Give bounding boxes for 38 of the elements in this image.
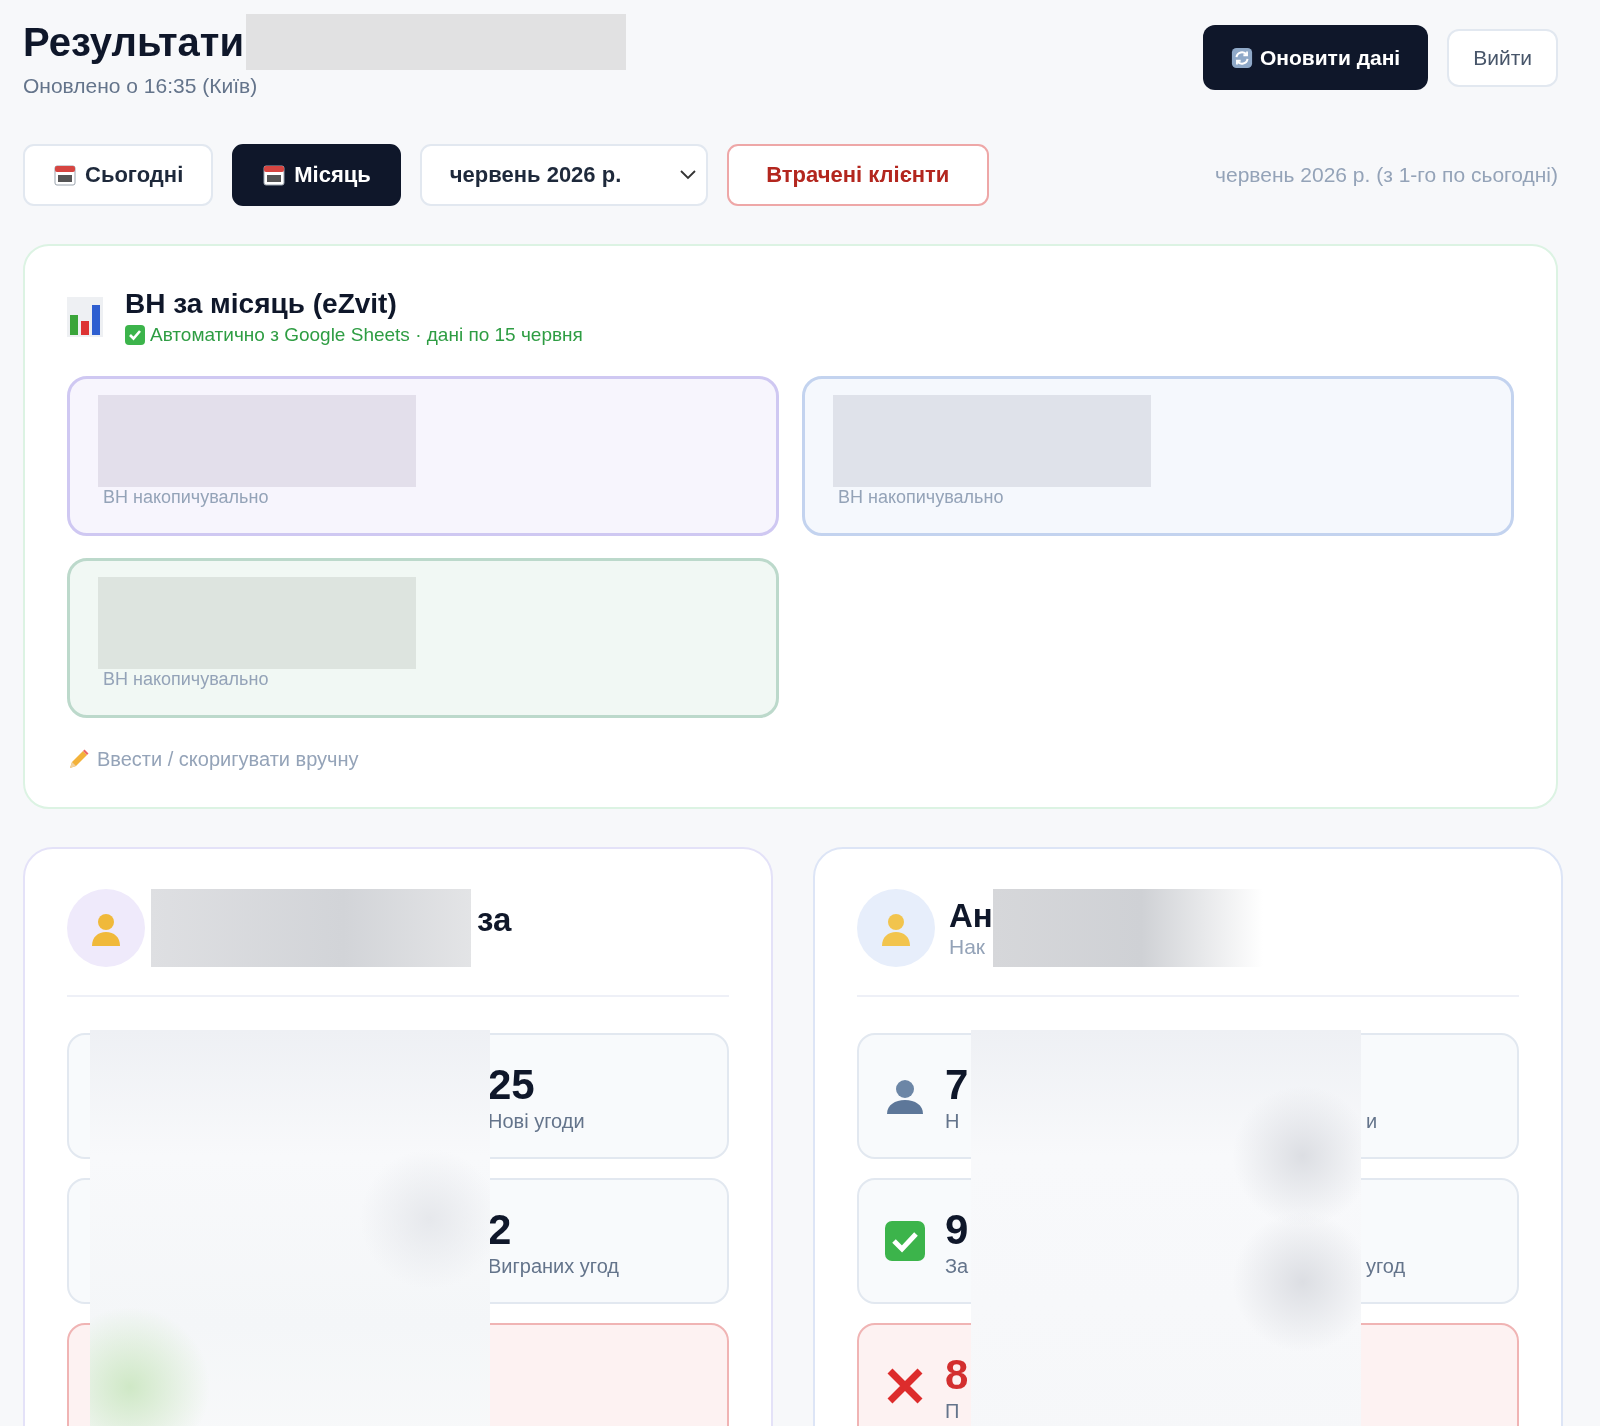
refresh-button[interactable]: Оновити дані [1202,25,1429,90]
pencil-icon [67,748,89,771]
stat-value: 9 [945,1204,970,1255]
page-title: Результати [23,19,245,66]
calendar-icon [262,163,287,187]
calendar-icon [53,163,77,187]
stat-label: П [945,1399,961,1423]
lost-clients-button[interactable]: Втрачені клієнти [726,144,989,206]
month-select[interactable]: червень 2026 р. [419,144,708,206]
stat-label: Нові угоди [488,1109,586,1133]
card-title: ВН за місяць (eZvit) [125,288,398,320]
manager-name: за [477,901,512,939]
updated-time: Оновлено о 16:35 (Київ) [23,74,259,98]
source-note: Автоматично з Google Sheets · дані по 15 червня [150,324,583,346]
stat-label: и [1366,1109,1379,1133]
logout-button[interactable]: Вийти [1447,28,1558,87]
period-tab[interactable]: Сьогодні [23,144,214,206]
caret-icon [679,170,696,180]
stat-label: За [945,1254,970,1278]
stat-value: 7 [945,1059,970,1110]
stat-label: Н [945,1109,961,1133]
stat-label: угод [1366,1254,1407,1278]
manager-name: Ан [949,897,993,935]
stat-value: 2 [488,1204,513,1255]
check-icon [125,325,145,345]
cross-icon [885,1366,925,1406]
manager-subtitle: Нак [949,935,987,959]
stat-label: Виграних угод [488,1254,621,1278]
stat-value: 8 [945,1349,970,1400]
tile-label: ВН накопичувально [838,487,1005,508]
period-tab[interactable]: Місяць [232,144,401,206]
tile-label: ВН накопичувально [103,669,270,690]
bar-chart-icon [67,297,103,337]
tile-label: ВН накопичувально [103,487,270,508]
refresh-icon [1230,46,1253,69]
check-icon [885,1221,925,1261]
stat-value: 25 [488,1059,536,1110]
date-range: червень 2026 р. (з 1-го по сьогодні) [1215,163,1558,187]
